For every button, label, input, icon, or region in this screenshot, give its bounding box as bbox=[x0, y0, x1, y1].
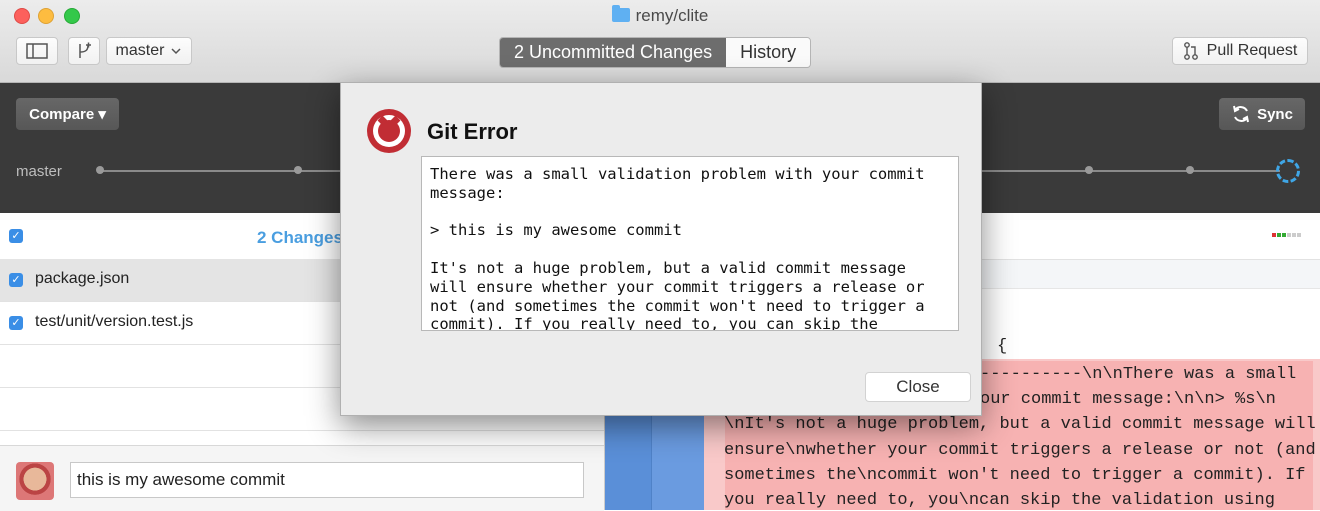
file-name: package.json bbox=[35, 270, 130, 287]
diff-line: ensure\nwhether your commit triggers a r… bbox=[724, 441, 1316, 460]
timeline-commit-dot[interactable] bbox=[1085, 166, 1093, 174]
sidebar-icon bbox=[26, 43, 48, 59]
toggle-sidebar-button[interactable] bbox=[16, 37, 58, 65]
file-name: test/unit/version.test.js bbox=[35, 313, 194, 330]
folder-icon bbox=[611, 5, 630, 22]
select-all-checkbox[interactable]: ✓ bbox=[9, 229, 23, 243]
pull-request-button[interactable]: Pull Request bbox=[1172, 37, 1308, 65]
timeline-commit-dot[interactable] bbox=[1186, 166, 1194, 174]
avatar bbox=[16, 462, 54, 500]
tab-uncommitted-changes[interactable]: 2 Uncommitted Changes bbox=[500, 38, 727, 67]
pull-request-icon bbox=[1183, 42, 1198, 60]
error-message-box[interactable]: There was a small validation problem wit… bbox=[421, 156, 959, 331]
tab-history[interactable]: History bbox=[726, 38, 811, 67]
timeline-commit-dot[interactable] bbox=[96, 166, 104, 174]
diff-line: ----------\n\nThere was a small bbox=[980, 365, 1297, 384]
diff-stat-icon bbox=[1272, 233, 1301, 237]
branch-selector-label: master bbox=[115, 42, 165, 59]
title-bar: remy/clite master 2 Uncommitted Changes … bbox=[0, 0, 1320, 83]
git-error-dialog: Git Error There was a small validation p… bbox=[340, 82, 982, 416]
view-switcher: 2 Uncommitted Changes History bbox=[499, 37, 812, 68]
compare-button[interactable]: Compare ▾ bbox=[16, 98, 119, 130]
commit-summary-input[interactable] bbox=[70, 462, 584, 498]
sync-button[interactable]: Sync bbox=[1219, 98, 1305, 130]
file-checkbox[interactable]: ✓ bbox=[9, 316, 23, 330]
commit-area bbox=[0, 445, 604, 511]
file-checkbox[interactable]: ✓ bbox=[9, 273, 23, 287]
github-octocat-icon bbox=[367, 109, 411, 153]
uncommitted-marker-icon[interactable] bbox=[1276, 159, 1300, 183]
timeline-commit-dot[interactable] bbox=[294, 166, 302, 174]
branch-selector[interactable]: master bbox=[106, 37, 192, 65]
error-message-text: There was a small validation problem wit… bbox=[430, 165, 925, 331]
create-branch-button[interactable] bbox=[68, 37, 100, 65]
diff-line: you really need to, you\ncan skip the va… bbox=[724, 491, 1275, 510]
window-title-text: remy/clite bbox=[635, 6, 709, 25]
branch-icon bbox=[79, 42, 91, 58]
dialog-title: Git Error bbox=[427, 119, 518, 144]
diff-line: sometimes the\ncommit won't need to trig… bbox=[724, 466, 1306, 485]
pull-request-label: Pull Request bbox=[1206, 42, 1298, 59]
timeline-branch-label: master bbox=[16, 163, 62, 180]
close-button[interactable]: Close bbox=[865, 372, 971, 402]
changes-count: 2 Changes bbox=[257, 228, 343, 247]
diff-line: our commit message:\n\n> %s\n bbox=[980, 390, 1276, 409]
window-title: remy/clite bbox=[0, 5, 1320, 26]
diff-line: \nIt's not a huge problem, but a valid c… bbox=[724, 415, 1316, 434]
sync-label: Sync bbox=[1257, 105, 1293, 123]
chevron-down-icon bbox=[171, 48, 181, 55]
sync-icon bbox=[1233, 105, 1250, 123]
diff-line: { bbox=[997, 337, 1008, 356]
